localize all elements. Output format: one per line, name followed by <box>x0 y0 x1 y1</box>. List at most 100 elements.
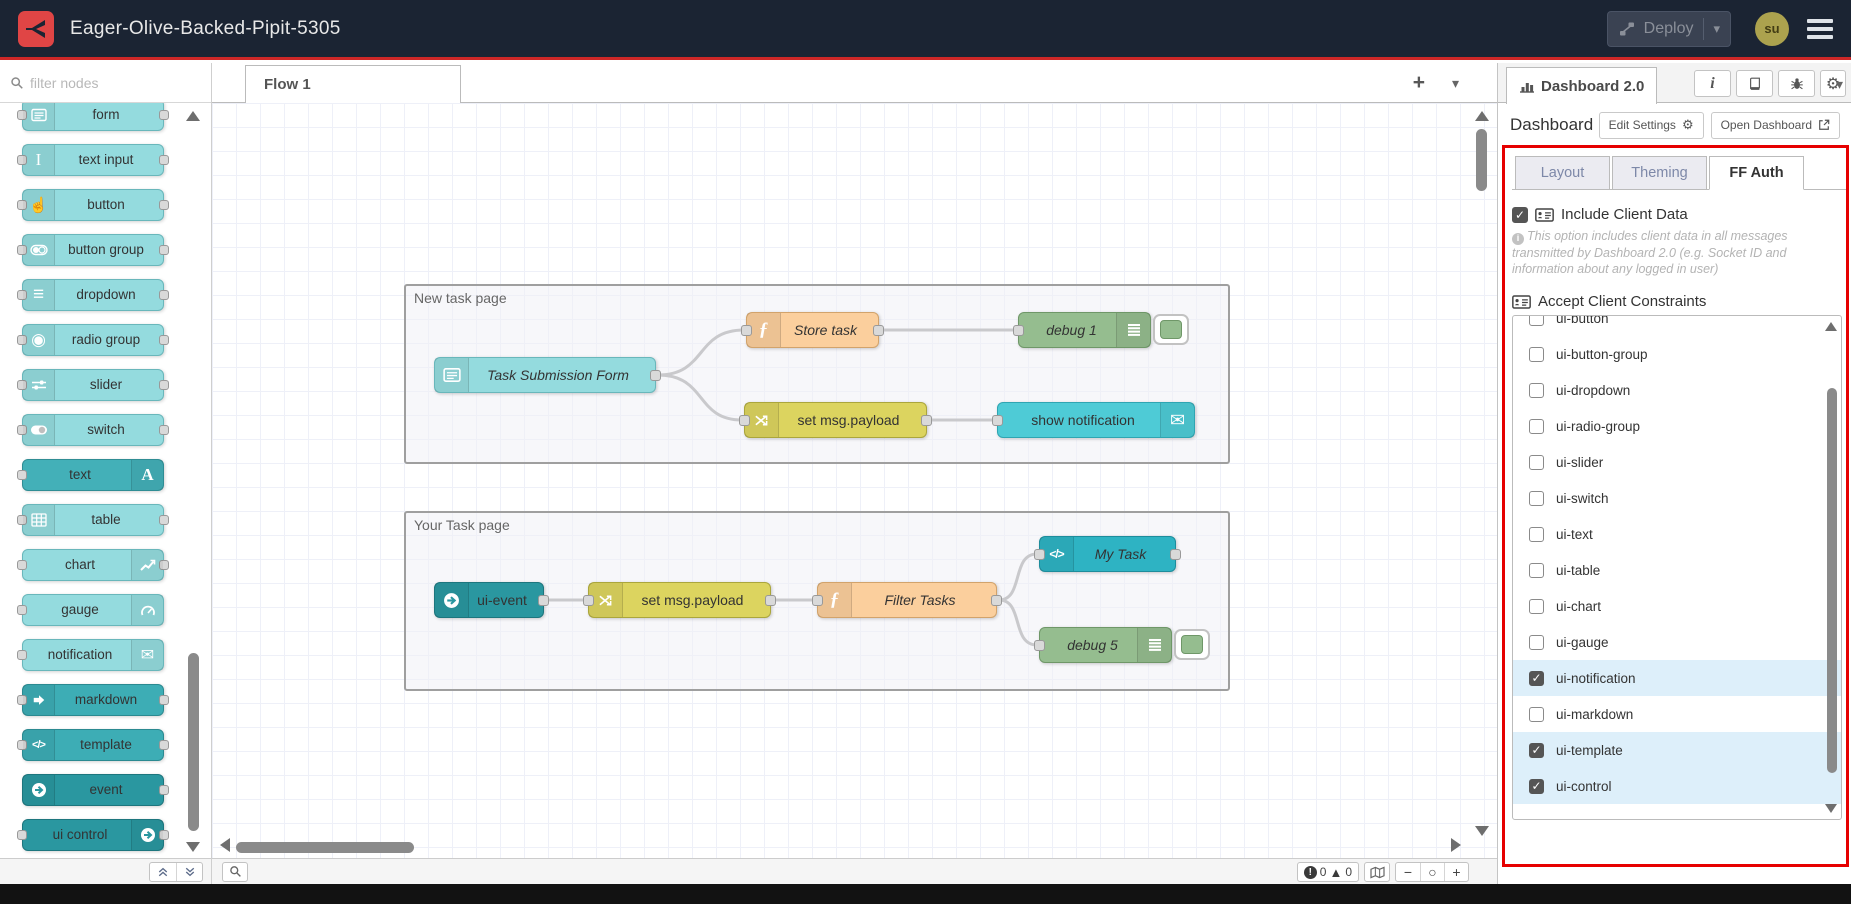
palette-scroll-up-arrow[interactable] <box>186 111 200 121</box>
node-debug-1[interactable]: debug 1 <box>1018 312 1151 348</box>
list-item-ui-template[interactable]: ✓ ui-template <box>1513 732 1841 768</box>
checkbox[interactable] <box>1529 635 1544 650</box>
input-port[interactable] <box>1034 549 1045 560</box>
palette-node-text[interactable]: A text <box>22 459 164 491</box>
user-avatar[interactable]: su <box>1755 12 1789 46</box>
collapse-all-button[interactable] <box>150 863 176 881</box>
node-show-notification[interactable]: ✉ show notification <box>997 402 1195 438</box>
list-item-ui-table[interactable]: ui-table <box>1513 552 1841 588</box>
canvas-scroll-right-arrow[interactable] <box>1451 838 1461 852</box>
checkbox[interactable] <box>1529 491 1544 506</box>
output-port[interactable] <box>921 415 932 426</box>
debug-enable-toggle[interactable] <box>1153 314 1189 345</box>
palette-node-markdown[interactable]: markdown <box>22 684 164 716</box>
output-port[interactable] <box>765 595 776 606</box>
palette-node-notification[interactable]: ✉ notification <box>22 639 164 671</box>
canvas-vscrollbar-thumb[interactable] <box>1476 129 1487 191</box>
list-item-ui-radio-group[interactable]: ui-radio-group <box>1513 408 1841 444</box>
minimap-toggle-button[interactable] <box>1364 862 1390 882</box>
notifications-badge[interactable]: ! 0 ▲ 0 <box>1297 862 1359 882</box>
deploy-options-caret[interactable]: ▾ <box>1713 21 1720 37</box>
output-port[interactable] <box>991 595 1002 606</box>
include-client-data-checkbox[interactable]: ✓ <box>1512 207 1528 223</box>
list-item-ui-chart[interactable]: ui-chart <box>1513 588 1841 624</box>
list-item-ui-notification[interactable]: ✓ ui-notification <box>1513 660 1841 696</box>
checkbox[interactable] <box>1529 419 1544 434</box>
list-scroll-down-arrow[interactable] <box>1825 804 1837 813</box>
canvas-hscrollbar-thumb[interactable] <box>236 842 414 853</box>
node-store-task[interactable]: ƒ Store task <box>746 312 879 348</box>
node-debug-5[interactable]: debug 5 <box>1039 627 1172 663</box>
list-item-ui-markdown[interactable]: ui-markdown <box>1513 696 1841 732</box>
checkbox[interactable] <box>1529 383 1544 398</box>
flow-canvas[interactable]: New task page Your Task page Task Submis… <box>212 103 1497 858</box>
palette-node-dropdown[interactable]: ≡ dropdown <box>22 279 164 311</box>
checkbox[interactable] <box>1529 707 1544 722</box>
output-port[interactable] <box>650 370 661 381</box>
sidebar-menu-caret[interactable]: ▾ <box>1836 76 1843 93</box>
zoom-in-button[interactable]: + <box>1444 863 1468 881</box>
checkbox[interactable] <box>1529 455 1544 470</box>
node-ui-event[interactable]: ui-event <box>434 582 544 618</box>
canvas-scroll-down-arrow[interactable] <box>1475 826 1489 836</box>
list-item-ui-dropdown[interactable]: ui-dropdown <box>1513 372 1841 408</box>
node-set-msg-payload-2[interactable]: set msg.payload <box>588 582 771 618</box>
tab-theming[interactable]: Theming <box>1612 156 1707 190</box>
info-tab-button[interactable]: i <box>1694 70 1731 97</box>
edit-settings-button[interactable]: Edit Settings ⚙ <box>1599 112 1704 139</box>
list-scroll-up-arrow[interactable] <box>1825 322 1837 331</box>
input-port[interactable] <box>1013 325 1024 336</box>
input-port[interactable] <box>992 415 1003 426</box>
tab-layout[interactable]: Layout <box>1515 156 1610 190</box>
node-task-submission-form[interactable]: Task Submission Form <box>434 357 656 393</box>
add-flow-button[interactable]: + <box>1413 71 1425 95</box>
list-item-ui-text[interactable]: ui-text <box>1513 516 1841 552</box>
palette-scrollbar-thumb[interactable] <box>188 653 199 831</box>
list-item-ui-switch[interactable]: ui-switch <box>1513 480 1841 516</box>
list-item-ui-gauge[interactable]: ui-gauge <box>1513 624 1841 660</box>
input-port[interactable] <box>739 415 750 426</box>
flow-list-button[interactable]: ▾ <box>1452 75 1459 92</box>
input-port[interactable] <box>812 595 823 606</box>
palette-node-ui-control[interactable]: ui control <box>22 819 164 851</box>
palette-node-slider[interactable]: slider <box>22 369 164 401</box>
zoom-reset-button[interactable]: ○ <box>1420 863 1444 881</box>
palette-node-button-group[interactable]: button group <box>22 234 164 266</box>
tab-ff-auth[interactable]: FF Auth <box>1709 156 1804 190</box>
checkbox[interactable] <box>1529 527 1544 542</box>
node-set-msg-payload-1[interactable]: set msg.payload <box>744 402 927 438</box>
expand-all-button[interactable] <box>176 863 202 881</box>
canvas-scroll-left-arrow[interactable] <box>220 838 230 852</box>
canvas-scroll-up-arrow[interactable] <box>1475 111 1489 121</box>
list-scrollbar-thumb[interactable] <box>1827 388 1837 773</box>
sidebar-tab-dashboard[interactable]: Dashboard 2.0 <box>1506 67 1657 104</box>
palette-node-event[interactable]: event <box>22 774 164 806</box>
checkbox[interactable] <box>1529 347 1544 362</box>
palette-node-button[interactable]: ☝ button <box>22 189 164 221</box>
palette-node-chart[interactable]: chart <box>22 549 164 581</box>
output-port[interactable] <box>1170 549 1181 560</box>
open-dashboard-button[interactable]: Open Dashboard <box>1711 112 1840 139</box>
input-port[interactable] <box>741 325 752 336</box>
palette-filter-input[interactable] <box>30 75 180 91</box>
help-tab-button[interactable] <box>1736 70 1773 97</box>
deploy-button[interactable]: Deploy ▾ <box>1607 11 1731 47</box>
checkbox[interactable] <box>1529 315 1544 326</box>
node-filter-tasks[interactable]: ƒ Filter Tasks <box>817 582 997 618</box>
palette-node-gauge[interactable]: gauge <box>22 594 164 626</box>
debug-enable-toggle[interactable] <box>1174 629 1210 660</box>
output-port[interactable] <box>873 325 884 336</box>
palette-node-template[interactable]: </> template <box>22 729 164 761</box>
list-item-ui-control[interactable]: ✓ ui-control <box>1513 768 1841 804</box>
palette-node-radio-group[interactable]: ◉ radio group <box>22 324 164 356</box>
palette-node-form[interactable]: form <box>22 103 164 131</box>
palette-scroll-down-arrow[interactable] <box>186 842 200 852</box>
debug-tab-button[interactable] <box>1778 70 1815 97</box>
output-port[interactable] <box>538 595 549 606</box>
node-my-task[interactable]: </> My Task <box>1039 536 1176 572</box>
input-port[interactable] <box>583 595 594 606</box>
flow-tab[interactable]: Flow 1 <box>245 65 461 103</box>
search-flows-button[interactable] <box>222 862 248 882</box>
checkbox[interactable]: ✓ <box>1529 671 1544 686</box>
checkbox[interactable] <box>1529 599 1544 614</box>
